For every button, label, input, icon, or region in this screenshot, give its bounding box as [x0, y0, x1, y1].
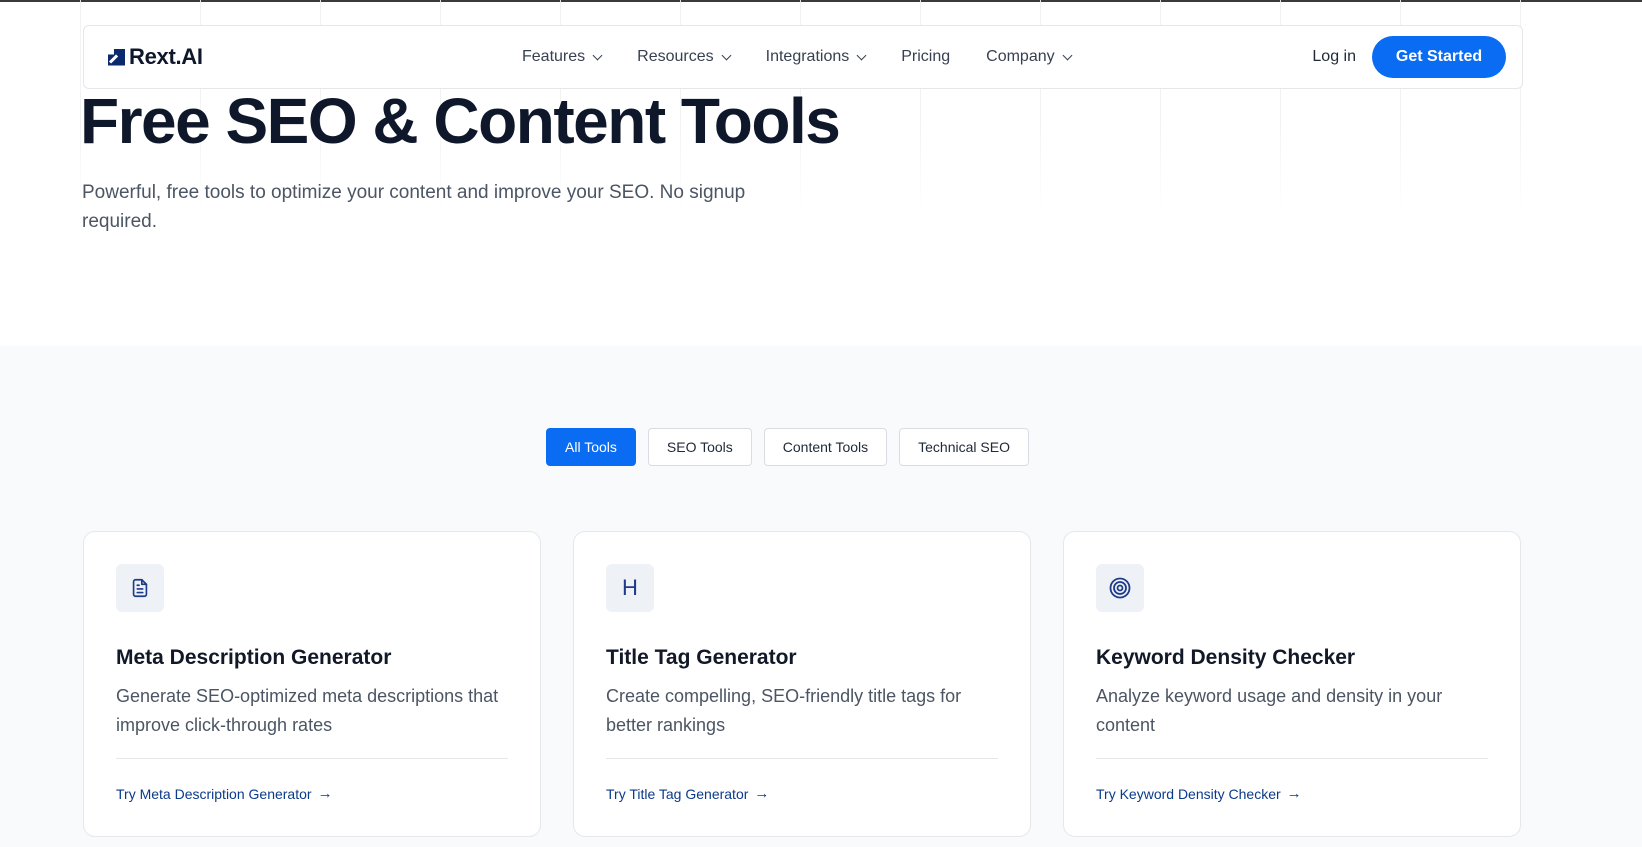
chevron-down-icon	[1062, 50, 1073, 60]
card-link[interactable]: Try Title Tag Generator →	[606, 785, 769, 802]
brand[interactable]: Rext.AI	[108, 44, 203, 70]
tool-cards: Meta Description Generator Generate SEO-…	[83, 531, 1521, 837]
login-link[interactable]: Log in	[1312, 48, 1356, 66]
nav-item-company[interactable]: Company	[986, 48, 1073, 66]
page-subtitle: Powerful, free tools to optimize your co…	[82, 182, 746, 232]
card-description: Create compelling, SEO-friendly title ta…	[606, 686, 962, 735]
page-title: Free SEO & Content Tools	[80, 85, 841, 157]
card-title: Title Tag Generator	[606, 646, 797, 669]
navbar: Rext.AI Features Resources Integrations …	[83, 25, 1523, 89]
chevron-down-icon	[856, 50, 867, 60]
target-icon	[1096, 564, 1144, 612]
filter-content-tools[interactable]: Content Tools	[763, 428, 888, 466]
chevron-down-icon	[721, 50, 732, 60]
tools-section: All Tools SEO Tools Content Tools Techni…	[0, 346, 1642, 847]
document-icon	[116, 564, 164, 612]
card-link-label: Try Meta Description Generator	[116, 785, 312, 802]
arrow-right-icon: →	[1286, 785, 1302, 802]
heading-icon: H	[606, 564, 654, 612]
card-divider	[116, 758, 508, 759]
brand-name: Rext.AI	[129, 44, 203, 69]
get-started-button[interactable]: Get Started	[1372, 36, 1506, 78]
nav-item-label: Features	[522, 48, 586, 65]
nav-item-label: Integrations	[765, 48, 850, 65]
card-divider	[606, 758, 998, 759]
card-link-label: Try Title Tag Generator	[606, 785, 749, 802]
tool-filter-tabs: All Tools SEO Tools Content Tools Techni…	[546, 428, 1029, 466]
card-description: Analyze keyword usage and density in you…	[1096, 686, 1443, 735]
tool-card-title-tag[interactable]: H Title Tag Generator Create compelling,…	[573, 531, 1031, 837]
heading-glyph: H	[622, 575, 638, 600]
nav-actions: Log in Get Started	[1312, 26, 1506, 88]
chevron-down-icon	[592, 50, 603, 60]
card-divider	[1096, 758, 1488, 759]
arrow-right-icon: →	[317, 785, 333, 802]
nav-item-label: Company	[986, 48, 1055, 65]
page: Rext.AI Features Resources Integrations …	[0, 0, 1642, 847]
card-link-label: Try Keyword Density Checker	[1096, 785, 1281, 802]
card-link[interactable]: Try Keyword Density Checker →	[1096, 785, 1302, 802]
tool-card-meta-description[interactable]: Meta Description Generator Generate SEO-…	[83, 531, 541, 837]
filter-seo-tools[interactable]: SEO Tools	[647, 428, 752, 466]
nav-item-label: Resources	[637, 48, 714, 65]
card-title: Keyword Density Checker	[1096, 646, 1356, 669]
filter-technical-seo[interactable]: Technical SEO	[899, 428, 1029, 466]
card-link[interactable]: Try Meta Description Generator →	[116, 785, 333, 802]
arrow-right-icon: →	[754, 785, 770, 802]
nav-item-integrations[interactable]: Integrations	[765, 48, 867, 66]
card-title: Meta Description Generator	[116, 646, 392, 669]
nav-links: Features Resources Integrations Pricing …	[522, 26, 1107, 88]
nav-item-pricing[interactable]: Pricing	[901, 48, 950, 66]
card-description: Generate SEO-optimized meta descriptions…	[116, 686, 499, 735]
filter-all-tools[interactable]: All Tools	[546, 428, 636, 466]
logo-icon	[108, 48, 125, 66]
nav-item-label: Pricing	[901, 48, 951, 65]
tool-card-keyword-density[interactable]: Keyword Density Checker Analyze keyword …	[1063, 531, 1521, 837]
nav-item-resources[interactable]: Resources	[637, 48, 732, 66]
nav-item-features[interactable]: Features	[522, 48, 603, 66]
